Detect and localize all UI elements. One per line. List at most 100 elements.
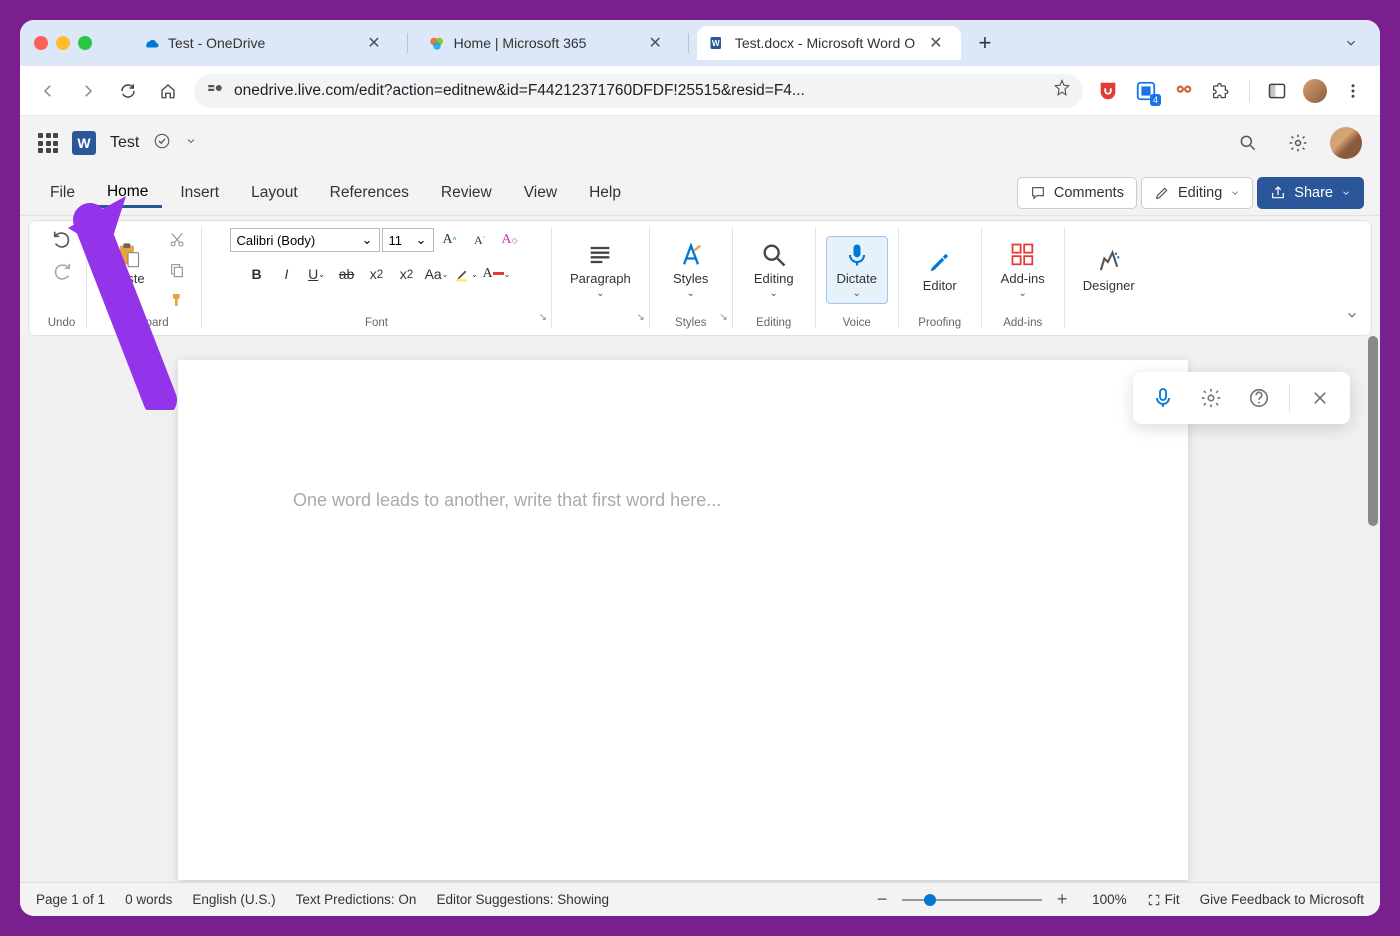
saved-indicator-icon[interactable] (153, 132, 171, 155)
font-size-combo[interactable]: 11⌄ (382, 228, 434, 252)
ribbon-collapse-icon[interactable] (1345, 308, 1359, 327)
shrink-font-button[interactable]: Aˇ (466, 227, 494, 253)
highlight-button[interactable]: ⌄ (453, 261, 481, 287)
status-fit[interactable]: Fit (1147, 892, 1180, 907)
dictate-settings-button[interactable] (1189, 376, 1233, 420)
grow-font-button[interactable]: A^ (436, 227, 464, 253)
status-predictions[interactable]: Text Predictions: On (296, 892, 417, 907)
status-language[interactable]: English (U.S.) (192, 892, 275, 907)
styles-dialog-launcher-icon[interactable]: ↘ (719, 312, 727, 323)
zoom-slider[interactable] (902, 899, 1042, 901)
forward-button[interactable] (74, 77, 102, 105)
zoom-in-button[interactable]: + (1052, 889, 1072, 910)
user-avatar[interactable] (1330, 127, 1362, 159)
side-panel-icon[interactable] (1264, 78, 1290, 104)
minimize-window-button[interactable] (56, 36, 70, 50)
tab-list-dropdown[interactable] (1336, 29, 1366, 57)
format-painter-button[interactable] (163, 287, 191, 313)
zoom-out-button[interactable]: − (872, 889, 892, 910)
share-button[interactable]: Share (1257, 177, 1364, 209)
redo-button[interactable] (48, 259, 76, 285)
menu-home[interactable]: Home (93, 177, 162, 208)
ublock-icon[interactable] (1095, 78, 1121, 104)
undo-button[interactable] (48, 227, 76, 253)
menu-review[interactable]: Review (427, 178, 506, 208)
menu-tabs: File Home Insert Layout References Revie… (20, 170, 1380, 216)
change-case-button[interactable]: Aa ⌄ (423, 261, 451, 287)
menu-insert[interactable]: Insert (166, 178, 233, 208)
italic-button[interactable]: I (273, 261, 301, 287)
word-logo-icon[interactable]: W (72, 131, 96, 155)
bookmark-star-icon[interactable] (1053, 79, 1071, 102)
group-label (599, 313, 602, 329)
maximize-window-button[interactable] (78, 36, 92, 50)
editor-button[interactable]: Editor (909, 244, 971, 297)
status-wordcount[interactable]: 0 words (125, 892, 172, 907)
browser-tab-m365[interactable]: Home | Microsoft 365 ✕ (416, 26, 680, 60)
cut-button[interactable] (163, 227, 191, 253)
comments-button[interactable]: Comments (1017, 177, 1137, 209)
superscript-button[interactable]: x2 (393, 261, 421, 287)
clear-format-button[interactable]: A◇ (496, 227, 524, 253)
ribbon-group-undo: Undo (37, 227, 87, 329)
status-feedback[interactable]: Give Feedback to Microsoft (1200, 892, 1364, 907)
close-tab-icon[interactable]: ✕ (361, 31, 386, 55)
font-name-combo[interactable]: Calibri (Body)⌄ (230, 228, 380, 252)
document-name[interactable]: Test (110, 134, 139, 152)
home-button[interactable] (154, 77, 182, 105)
extension-icon-2[interactable]: 4 (1133, 78, 1159, 104)
subscript-button[interactable]: x2 (363, 261, 391, 287)
copy-button[interactable] (163, 257, 191, 283)
close-tab-icon[interactable]: ✕ (642, 31, 667, 55)
scrollbar-thumb[interactable] (1368, 336, 1378, 526)
strikethrough-button[interactable]: ab (333, 261, 361, 287)
font-color-button[interactable]: A⌄ (483, 261, 511, 287)
editing-group-button[interactable]: Editing ⌄ (743, 237, 805, 303)
extensions-puzzle-icon[interactable] (1209, 78, 1235, 104)
close-window-button[interactable] (34, 36, 48, 50)
status-bar: Page 1 of 1 0 words English (U.S.) Text … (20, 882, 1380, 916)
dictate-mic-button[interactable] (1141, 376, 1185, 420)
bold-button[interactable]: B (243, 261, 271, 287)
browser-tab-word[interactable]: W Test.docx - Microsoft Word O ✕ (697, 26, 961, 60)
reload-button[interactable] (114, 77, 142, 105)
word-icon: W (709, 34, 727, 52)
menu-help[interactable]: Help (575, 178, 635, 208)
addins-button[interactable]: Add-ins ⌄ (992, 237, 1054, 303)
chrome-menu-icon[interactable] (1340, 78, 1366, 104)
paragraph-button[interactable]: Paragraph ⌄ (562, 237, 639, 303)
menu-file[interactable]: File (36, 178, 89, 208)
dictate-help-button[interactable] (1237, 376, 1281, 420)
url-box[interactable]: onedrive.live.com/edit?action=editnew&id… (194, 74, 1083, 108)
app-launcher-icon[interactable] (38, 133, 58, 153)
editing-mode-button[interactable]: Editing (1141, 177, 1253, 209)
menu-references[interactable]: References (316, 178, 423, 208)
profile-avatar[interactable] (1302, 78, 1328, 104)
tab-title: Test - OneDrive (168, 35, 265, 51)
document-page[interactable]: One word leads to another, write that fi… (178, 360, 1188, 880)
paste-button[interactable]: Paste ⌄ (97, 237, 159, 303)
settings-gear-icon[interactable] (1280, 125, 1316, 161)
designer-button[interactable]: Designer (1075, 244, 1143, 297)
ribbon-group-clipboard: Paste ⌄ Clipboard (87, 227, 202, 329)
browser-tab-onedrive[interactable]: Test - OneDrive ✕ (130, 26, 399, 60)
dictate-button[interactable]: Dictate ⌄ (826, 236, 888, 304)
chevron-down-icon[interactable] (185, 134, 197, 152)
status-suggestions[interactable]: Editor Suggestions: Showing (436, 892, 609, 907)
underline-button[interactable]: U ⌄ (303, 261, 331, 287)
extension-icon-3[interactable] (1171, 78, 1197, 104)
url-text: onedrive.live.com/edit?action=editnew&id… (234, 82, 1043, 100)
close-tab-icon[interactable]: ✕ (923, 31, 948, 55)
font-dialog-launcher-icon[interactable]: ↘ (539, 312, 547, 323)
styles-button[interactable]: Styles ⌄ (660, 237, 722, 303)
site-info-icon[interactable] (206, 79, 224, 102)
back-button[interactable] (34, 77, 62, 105)
status-page[interactable]: Page 1 of 1 (36, 892, 105, 907)
search-button[interactable] (1230, 125, 1266, 161)
menu-view[interactable]: View (510, 178, 571, 208)
paragraph-dialog-launcher-icon[interactable]: ↘ (636, 312, 644, 323)
menu-layout[interactable]: Layout (237, 178, 312, 208)
dictate-close-button[interactable] (1298, 376, 1342, 420)
new-tab-button[interactable]: + (969, 30, 1002, 56)
status-zoom-level[interactable]: 100% (1092, 892, 1127, 907)
